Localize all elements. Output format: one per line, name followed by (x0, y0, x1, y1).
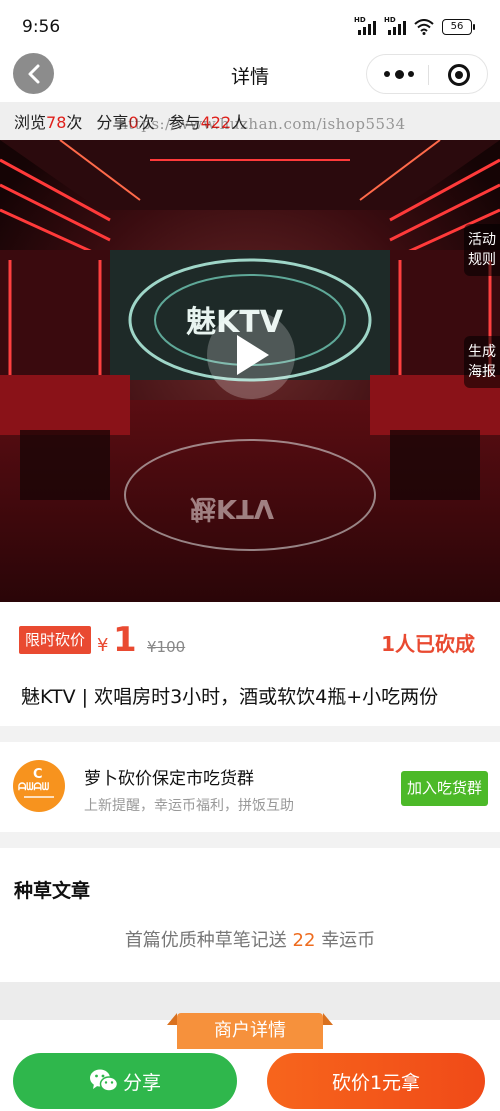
battery-icon: 56 (442, 19, 475, 35)
product-title: 魅KTV | 欢唱房时3小时，酒或软饮4瓶+小吃两份 (21, 686, 439, 708)
signal-icon: HD (384, 16, 406, 35)
logo-mark: C (33, 767, 43, 782)
tab-line: 生成 (468, 344, 496, 360)
join-group-button[interactable]: 加入吃货群 (400, 771, 488, 806)
tab-line: 海报 (468, 364, 496, 380)
capsule-divider (428, 65, 429, 85)
status-icons: HD HD 56 (354, 16, 475, 35)
price-section: 限时砍价 ¥ 1 ¥100 1人已砍成 魅KTV | 欢唱房时3小时，酒或软饮4… (0, 602, 500, 726)
original-price: ¥100 (147, 638, 186, 656)
watermark: https://www.huzhan.com/ishop5534 (118, 115, 406, 133)
reward-amount: 22 (292, 930, 316, 951)
logo-text: ᗩᗯᗩᗯ (18, 782, 50, 793)
wechat-icon (89, 1069, 119, 1092)
play-icon (237, 335, 269, 375)
signal-hd-label: HD (384, 16, 396, 24)
signal-icon: HD (354, 16, 376, 35)
close-mini-program-icon[interactable] (448, 64, 470, 86)
group-name: 萝卜砍价保定市吃货群 (84, 769, 254, 789)
tab-line: 规则 (468, 252, 496, 268)
article-reward-note: 首篇优质种草笔记送 22 幸运币 (0, 926, 500, 952)
nav-bar: 详情 (0, 46, 500, 102)
play-button[interactable] (207, 311, 295, 399)
group-section: C ᗩᗯᗩᗯ 萝卜砍价保定市吃货群 上新提醒，幸运币福利，拼饭互助 加入吃货群 (0, 742, 500, 832)
wifi-icon (414, 19, 434, 35)
section-title: 种草文章 (14, 880, 91, 902)
limited-time-badge: 限时砍价 (19, 626, 92, 654)
current-price: 1 (113, 620, 137, 660)
mini-program-capsule (366, 54, 488, 94)
bargain-count: 1人已砍成 (381, 632, 475, 656)
signal-hd-label: HD (354, 16, 366, 24)
share-button[interactable]: 分享 (13, 1053, 237, 1109)
product-video[interactable]: 魅KTV 魅KTV 活动 规则 生成 海报 (0, 140, 500, 602)
merchant-details-tab[interactable]: 商户详情 (167, 1013, 333, 1049)
views-stat: 浏览78次 (14, 113, 83, 132)
bargain-button[interactable]: 砍价1元拿 (267, 1053, 485, 1109)
note-suffix: 幸运币 (321, 930, 376, 951)
note-prefix: 首篇优质种草笔记送 (124, 930, 287, 951)
status-time: 9:56 (22, 17, 61, 37)
activity-rules-tab[interactable]: 活动 规则 (464, 224, 500, 276)
logo-divider (24, 796, 54, 798)
group-logo: C ᗩᗯᗩᗯ (13, 760, 65, 812)
more-menu-icon[interactable] (384, 68, 414, 80)
share-label: 分享 (122, 1071, 161, 1094)
page: 9:56 HD HD 56 详情 浏览78次 分享0次 参与422人 https… (0, 0, 500, 1111)
tab-line: 活动 (468, 232, 496, 248)
price-currency: ¥ (97, 635, 109, 656)
ktv-sign-reflection: 魅KTV (190, 493, 274, 524)
article-section: 种草文章 首篇优质种草笔记送 22 幸运币 (0, 848, 500, 982)
generate-poster-tab[interactable]: 生成 海报 (464, 336, 500, 388)
group-description: 上新提醒，幸运币福利，拼饭互助 (84, 798, 294, 814)
